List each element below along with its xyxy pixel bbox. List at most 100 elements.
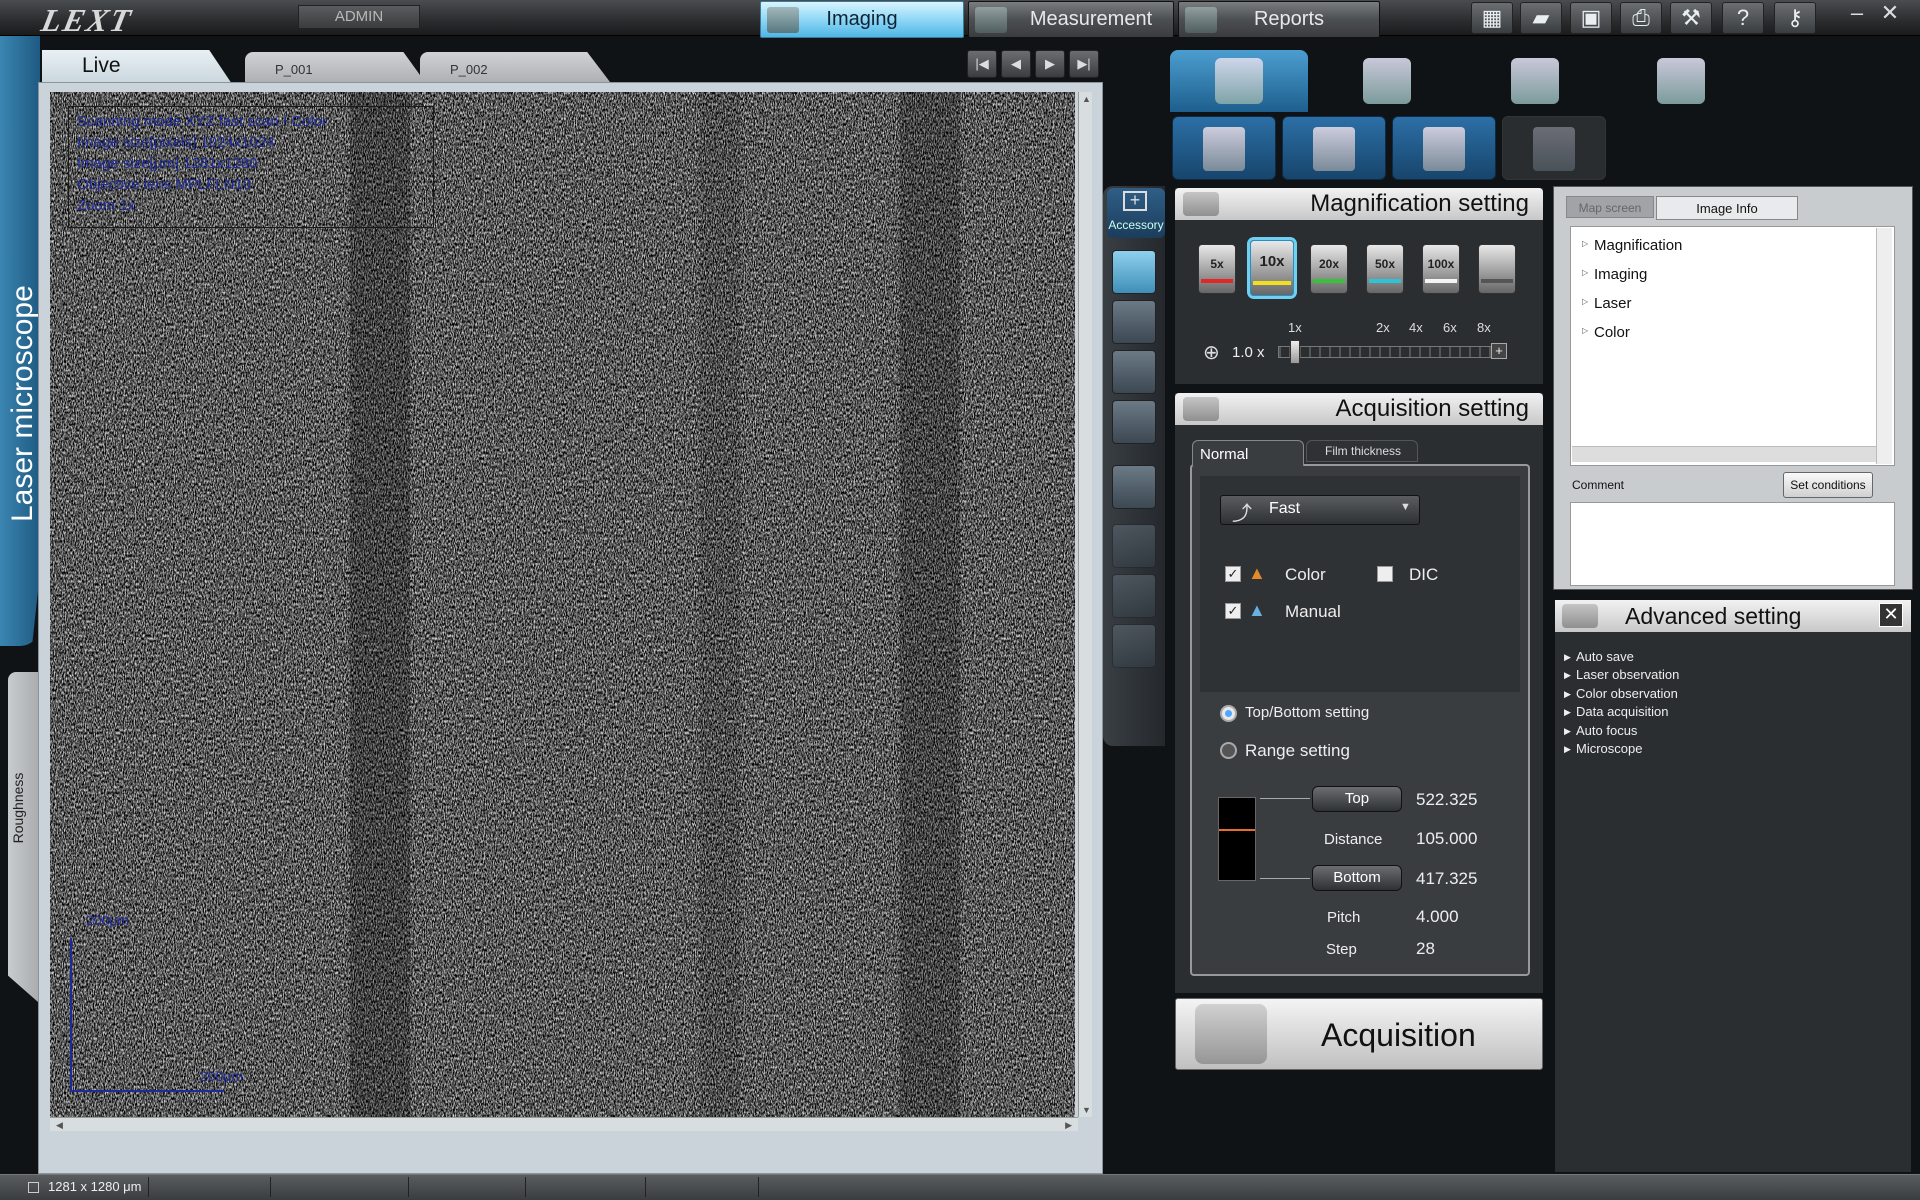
stage-tab[interactable] bbox=[1466, 50, 1604, 112]
expand-icon[interactable]: ▶ bbox=[1564, 670, 1571, 681]
open-folder-icon[interactable]: ▰ bbox=[1520, 2, 1562, 34]
3d-color-tool[interactable] bbox=[1112, 400, 1156, 444]
extra-mode-button[interactable] bbox=[1502, 116, 1606, 180]
tab-map-screen[interactable]: Map screen bbox=[1566, 196, 1654, 218]
3d-view-tool[interactable] bbox=[1112, 350, 1156, 394]
laser-mode-button[interactable] bbox=[1282, 116, 1386, 180]
objective-label: 5x bbox=[1210, 257, 1224, 271]
objective-20x[interactable]: 20x bbox=[1310, 244, 1348, 294]
acquisition-header: Acquisition setting bbox=[1175, 393, 1543, 425]
status-square-icon bbox=[28, 1182, 39, 1193]
live-image[interactable] bbox=[50, 92, 1075, 1117]
expand-icon[interactable]: ▶ bbox=[1564, 689, 1571, 700]
tab-film-thickness[interactable]: Film thickness bbox=[1306, 440, 1418, 462]
tab-normal[interactable]: Normal bbox=[1192, 440, 1304, 466]
scale-label-horizontal: 200μm bbox=[200, 1068, 244, 1084]
set-conditions-button[interactable]: Set conditions bbox=[1783, 472, 1873, 498]
top-button[interactable]: Top bbox=[1312, 786, 1402, 812]
close-button[interactable]: ✕ bbox=[1875, 0, 1905, 26]
dic-checkbox[interactable] bbox=[1377, 566, 1393, 582]
color-cone-icon: ▲ bbox=[1248, 563, 1266, 583]
expand-icon[interactable]: ▶ bbox=[1564, 726, 1571, 737]
color-checkbox[interactable]: ✓ bbox=[1225, 566, 1241, 582]
adv-item-auto-save[interactable]: Auto save bbox=[1576, 649, 1634, 664]
tab-live[interactable]: Live bbox=[42, 50, 232, 84]
number-mode-button[interactable] bbox=[1392, 116, 1496, 180]
fit-tool[interactable] bbox=[1112, 524, 1156, 568]
range-radio[interactable] bbox=[1220, 742, 1237, 759]
user-button[interactable]: ADMIN bbox=[298, 5, 420, 29]
objective-100x[interactable]: 100x bbox=[1422, 244, 1460, 294]
info-vertical-scrollbar[interactable] bbox=[1876, 228, 1892, 464]
gear-tab[interactable] bbox=[1612, 50, 1750, 112]
objective-5x[interactable]: 5x bbox=[1198, 244, 1236, 294]
zoom-slider-thumb[interactable] bbox=[1290, 340, 1300, 364]
expand-icon[interactable]: ▶ bbox=[1564, 744, 1571, 755]
print-icon[interactable]: ⎙ bbox=[1620, 2, 1662, 34]
first-page-button[interactable]: |◀ bbox=[967, 50, 997, 78]
adv-item-color-observation[interactable]: Color observation bbox=[1576, 686, 1678, 701]
objective-10x[interactable]: 10x bbox=[1250, 240, 1294, 296]
zoom-plus-button[interactable]: + bbox=[1491, 343, 1507, 359]
status-divider bbox=[525, 1177, 526, 1197]
expand-icon[interactable]: ▶ bbox=[1564, 707, 1571, 718]
tab-p001[interactable]: P_001 bbox=[245, 52, 425, 82]
expand-icon[interactable]: ▷ bbox=[1582, 297, 1588, 306]
overlay-line: Image size[μm] 1281x1280 bbox=[77, 155, 258, 172]
info-horizontal-scrollbar[interactable] bbox=[1572, 446, 1876, 462]
adv-item-laser-observation[interactable]: Laser observation bbox=[1576, 667, 1679, 682]
mode-tab-measurement[interactable]: Measurement bbox=[968, 1, 1174, 38]
color-mode-button[interactable] bbox=[1172, 116, 1276, 180]
stitch-tool[interactable] bbox=[1112, 574, 1156, 618]
observation-tab[interactable] bbox=[1170, 50, 1308, 112]
manual-checkbox[interactable]: ✓ bbox=[1225, 603, 1241, 619]
bottom-button[interactable]: Bottom bbox=[1312, 865, 1402, 891]
expand-icon[interactable]: ▶ bbox=[1564, 652, 1571, 663]
overlay-tool[interactable] bbox=[1112, 465, 1156, 509]
last-page-button[interactable]: ▶| bbox=[1069, 50, 1099, 78]
comment-textarea[interactable] bbox=[1570, 502, 1895, 586]
mode-tab-reports[interactable]: Reports bbox=[1178, 1, 1380, 38]
camera-icon bbox=[1183, 192, 1219, 216]
close-icon[interactable]: ✕ bbox=[1879, 603, 1903, 627]
laser-icon bbox=[1313, 127, 1355, 171]
horizontal-scrollbar[interactable]: ◀ ▶ bbox=[50, 1117, 1078, 1131]
tab-image-info[interactable]: Image Info bbox=[1656, 196, 1798, 220]
tab-p002[interactable]: P_002 bbox=[420, 52, 610, 82]
expand-icon[interactable]: ▷ bbox=[1582, 268, 1588, 277]
scroll-right-icon[interactable]: ▶ bbox=[1065, 1120, 1072, 1131]
help-icon[interactable]: ? bbox=[1722, 2, 1764, 34]
expand-icon[interactable]: ▷ bbox=[1582, 239, 1588, 248]
tree-item-color[interactable]: Color bbox=[1594, 324, 1630, 341]
adv-item-data-acquisition[interactable]: Data acquisition bbox=[1576, 704, 1669, 719]
tree-item-laser[interactable]: Laser bbox=[1594, 295, 1632, 312]
mode-tab-imaging[interactable]: Imaging bbox=[760, 1, 964, 38]
scroll-down-icon[interactable]: ▼ bbox=[1082, 1105, 1091, 1115]
adv-item-microscope[interactable]: Microscope bbox=[1576, 741, 1642, 756]
laser-image-tool[interactable] bbox=[1112, 250, 1156, 294]
calculator-icon[interactable]: ▦ bbox=[1471, 2, 1513, 34]
prev-page-button[interactable]: ◀ bbox=[1001, 50, 1031, 78]
tree-item-imaging[interactable]: Imaging bbox=[1594, 266, 1647, 283]
adv-item-auto-focus[interactable]: Auto focus bbox=[1576, 723, 1637, 738]
key-icon[interactable]: ⚷ bbox=[1774, 2, 1816, 34]
vertical-scrollbar[interactable]: ▲ ▼ bbox=[1078, 92, 1092, 1117]
mode-tab-label: Measurement bbox=[1029, 8, 1153, 30]
topbottom-radio[interactable] bbox=[1220, 705, 1237, 722]
expand-icon[interactable]: ▷ bbox=[1582, 326, 1588, 335]
tree-item-magnification[interactable]: Magnification bbox=[1594, 237, 1682, 254]
scroll-left-icon[interactable]: ◀ bbox=[56, 1120, 63, 1131]
objective-50x[interactable]: 50x bbox=[1366, 244, 1404, 294]
scroll-up-icon[interactable]: ▲ bbox=[1082, 94, 1091, 104]
status-divider bbox=[270, 1177, 271, 1197]
color-image-tool[interactable] bbox=[1112, 300, 1156, 344]
edit-tool[interactable] bbox=[1112, 624, 1156, 668]
next-page-button[interactable]: ▶ bbox=[1035, 50, 1065, 78]
save-icon[interactable]: ▣ bbox=[1570, 2, 1612, 34]
wrench-icon[interactable]: ⚒ bbox=[1670, 2, 1712, 34]
objective-empty[interactable] bbox=[1478, 244, 1516, 294]
zoom-slider[interactable] bbox=[1278, 346, 1506, 358]
minimize-button[interactable]: – bbox=[1842, 0, 1872, 26]
extra-icon bbox=[1533, 127, 1575, 171]
settings-tab[interactable] bbox=[1318, 50, 1456, 112]
